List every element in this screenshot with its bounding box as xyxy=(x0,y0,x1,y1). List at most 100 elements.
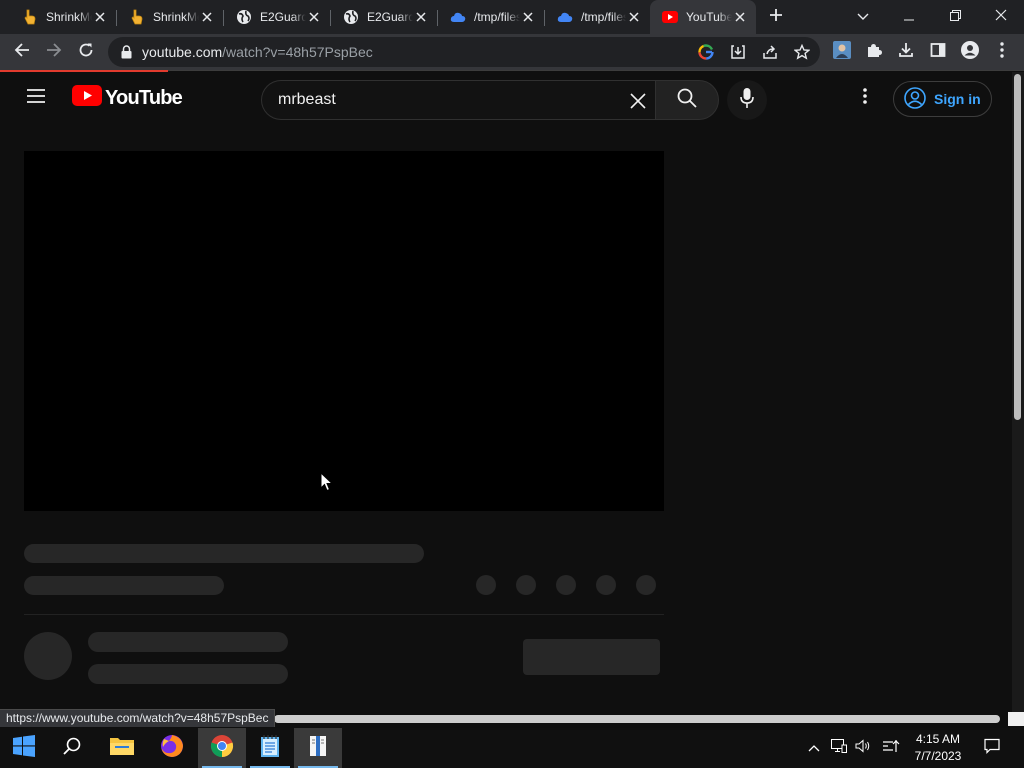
tab-e2guardian-1[interactable]: E2Guardian xyxy=(224,0,331,34)
sign-in-button[interactable]: Sign in xyxy=(893,81,992,117)
kebab-menu-icon xyxy=(863,87,867,109)
extension-avatar-icon xyxy=(833,40,851,64)
profile-button[interactable] xyxy=(956,38,984,66)
windows-start-icon xyxy=(13,734,35,762)
close-icon xyxy=(995,8,1007,26)
reload-button[interactable] xyxy=(72,38,100,66)
youtube-logo[interactable]: YouTube xyxy=(72,85,183,111)
close-tab-icon[interactable] xyxy=(626,9,642,25)
settings-menu-button[interactable] xyxy=(853,86,877,110)
channel-subs-placeholder xyxy=(88,664,288,684)
cloud-icon xyxy=(557,9,573,25)
clock-time: 4:15 AM xyxy=(915,732,961,746)
vertical-scrollbar[interactable] xyxy=(1012,72,1024,716)
url-text[interactable]: youtube.com/watch?v=48h57PspBec xyxy=(142,44,373,60)
scrollbar-corner xyxy=(1008,712,1024,726)
chrome-button[interactable] xyxy=(198,728,246,768)
close-tab-icon[interactable] xyxy=(306,9,322,25)
minimize-icon xyxy=(904,8,914,26)
voice-search-button[interactable] xyxy=(727,80,767,120)
notification-bubble-icon xyxy=(984,738,1000,759)
minimize-button[interactable] xyxy=(886,0,932,34)
close-tab-icon[interactable] xyxy=(92,9,108,25)
hand-pointer-icon xyxy=(129,9,145,25)
arrow-left-icon xyxy=(14,42,30,63)
close-tab-icon[interactable] xyxy=(413,9,429,25)
google-lens-icon[interactable] xyxy=(694,40,718,64)
metadata-divider xyxy=(24,614,664,615)
tab-shrinkme-2[interactable]: ShrinkMe xyxy=(117,0,224,34)
globe-icon xyxy=(236,9,252,25)
document-app-button[interactable] xyxy=(294,728,342,768)
system-clock[interactable]: 4:15 AM 7/7/2023 xyxy=(906,731,970,765)
clear-search-icon[interactable] xyxy=(627,90,649,112)
downloads-button[interactable] xyxy=(892,38,920,66)
search-button[interactable] xyxy=(655,80,719,120)
url-host: youtube.com xyxy=(142,44,223,60)
taskbar: 4:15 AM 7/7/2023 xyxy=(0,728,1024,768)
volume-tray-button[interactable] xyxy=(852,728,874,768)
new-tab-button[interactable] xyxy=(764,5,788,29)
tab-tmp-files-2[interactable]: /tmp/files xyxy=(545,0,650,34)
notepad-button[interactable] xyxy=(246,728,294,768)
extensions-button[interactable] xyxy=(860,38,888,66)
pen-input-icon xyxy=(882,739,900,758)
extension-avatar-button[interactable] xyxy=(828,38,856,66)
side-panel-icon xyxy=(930,42,946,63)
tab-search-button[interactable] xyxy=(840,0,886,34)
hamburger-icon xyxy=(26,88,46,109)
bookmark-star-icon[interactable] xyxy=(790,40,814,64)
tab-e2guardian-2[interactable]: E2Guardian xyxy=(331,0,438,34)
account-circle-icon xyxy=(904,86,926,112)
show-hidden-icons-button[interactable] xyxy=(804,728,824,768)
browser-toolbar: youtube.com/watch?v=48h57PspBec xyxy=(0,34,1024,70)
video-player[interactable] xyxy=(24,151,664,511)
tab-title: E2Guardian xyxy=(367,10,413,24)
tab-youtube[interactable]: YouTube xyxy=(650,0,756,34)
scrollbar-thumb[interactable] xyxy=(1014,74,1021,420)
close-tab-icon[interactable] xyxy=(732,9,748,25)
file-explorer-button[interactable] xyxy=(98,728,146,768)
firefox-button[interactable] xyxy=(148,728,196,768)
hand-pointer-icon xyxy=(22,9,38,25)
file-explorer-icon xyxy=(109,735,135,762)
action-placeholder xyxy=(516,575,536,595)
back-button[interactable] xyxy=(8,38,36,66)
action-placeholder xyxy=(596,575,616,595)
search-input[interactable] xyxy=(278,90,608,110)
chevron-down-icon xyxy=(857,8,869,26)
start-button[interactable] xyxy=(0,728,48,768)
guide-menu-button[interactable] xyxy=(20,82,52,114)
forward-button[interactable] xyxy=(40,38,68,66)
address-bar[interactable]: youtube.com/watch?v=48h57PspBec xyxy=(108,37,820,67)
views-placeholder xyxy=(24,576,224,595)
tab-title: /tmp/files xyxy=(474,10,520,24)
share-icon[interactable] xyxy=(758,40,782,64)
taskbar-search-button[interactable] xyxy=(48,728,96,768)
input-indicator-button[interactable] xyxy=(878,728,904,768)
sign-in-label: Sign in xyxy=(934,91,981,107)
install-app-icon[interactable] xyxy=(726,40,750,64)
tab-title: YouTube xyxy=(686,10,732,24)
clock-date: 7/7/2023 xyxy=(914,749,962,763)
horizontal-scrollbar-thumb[interactable] xyxy=(274,715,1000,723)
side-panel-button[interactable] xyxy=(924,38,952,66)
close-tab-icon[interactable] xyxy=(199,9,215,25)
network-icon xyxy=(831,738,847,758)
tab-title: ShrinkMe xyxy=(46,10,92,24)
youtube-play-icon xyxy=(72,85,102,111)
close-tab-icon[interactable] xyxy=(520,9,536,25)
tab-tmp-files-1[interactable]: /tmp/files xyxy=(438,0,545,34)
notifications-button[interactable] xyxy=(980,728,1004,768)
lock-icon[interactable] xyxy=(118,44,134,60)
notepad-icon xyxy=(260,734,280,763)
link-status-bubble: https://www.youtube.com/watch?v=48h57Psp… xyxy=(0,709,276,727)
network-tray-button[interactable] xyxy=(828,728,850,768)
tab-title: /tmp/files xyxy=(581,10,626,24)
restore-icon xyxy=(949,8,961,26)
reload-icon xyxy=(78,42,94,63)
restore-button[interactable] xyxy=(932,0,978,34)
close-window-button[interactable] xyxy=(978,0,1024,34)
browser-menu-button[interactable] xyxy=(988,38,1016,66)
tab-shrinkme-1[interactable]: ShrinkMe xyxy=(10,0,117,34)
